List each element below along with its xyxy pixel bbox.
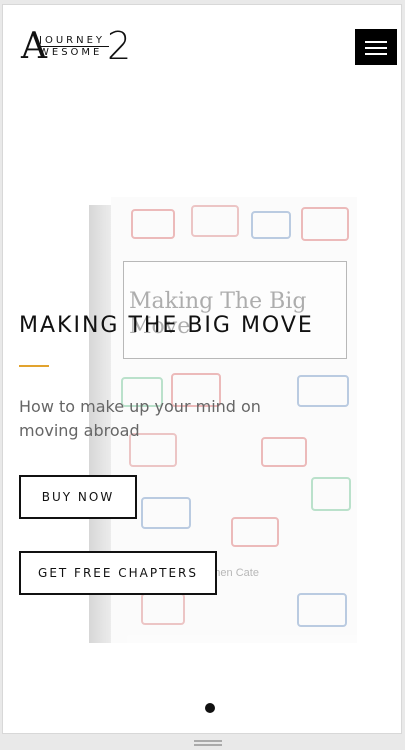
site-logo[interactable]: A JOURNEY WESOME 2 (21, 27, 133, 71)
accent-divider (19, 365, 49, 367)
stamp-graphic (301, 207, 349, 241)
hamburger-icon[interactable] (355, 29, 397, 65)
stamp-graphic (297, 593, 347, 627)
stamp-graphic (141, 497, 191, 529)
handle-bar (194, 740, 222, 742)
handle-bar (194, 744, 222, 746)
stamp-graphic (311, 477, 351, 511)
page-frame: A JOURNEY WESOME 2 Making The Big Move b… (2, 4, 402, 734)
stamp-graphic (251, 211, 291, 239)
stamp-graphic (131, 209, 175, 239)
menu-bar (365, 41, 387, 43)
stamp-graphic (191, 205, 239, 237)
get-free-chapters-button[interactable]: GET FREE CHAPTERS (19, 551, 217, 595)
menu-bar (365, 53, 387, 55)
logo-line-wesome: WESOME (39, 47, 103, 58)
logo-line-journey: JOURNEY (39, 35, 105, 46)
drag-handle-icon[interactable] (194, 740, 222, 746)
stamp-graphic (297, 375, 349, 407)
stamp-graphic (231, 517, 279, 547)
menu-bar (365, 47, 387, 49)
hero-subtitle: How to make up your mind on moving abroa… (19, 397, 261, 440)
stamp-graphic (141, 593, 185, 625)
buy-now-button[interactable]: BUY NOW (19, 475, 137, 519)
hero-title: MAKING THE BIG MOVE (19, 313, 314, 338)
logo-number: 2 (107, 24, 132, 68)
carousel-dot-active[interactable] (205, 703, 215, 713)
